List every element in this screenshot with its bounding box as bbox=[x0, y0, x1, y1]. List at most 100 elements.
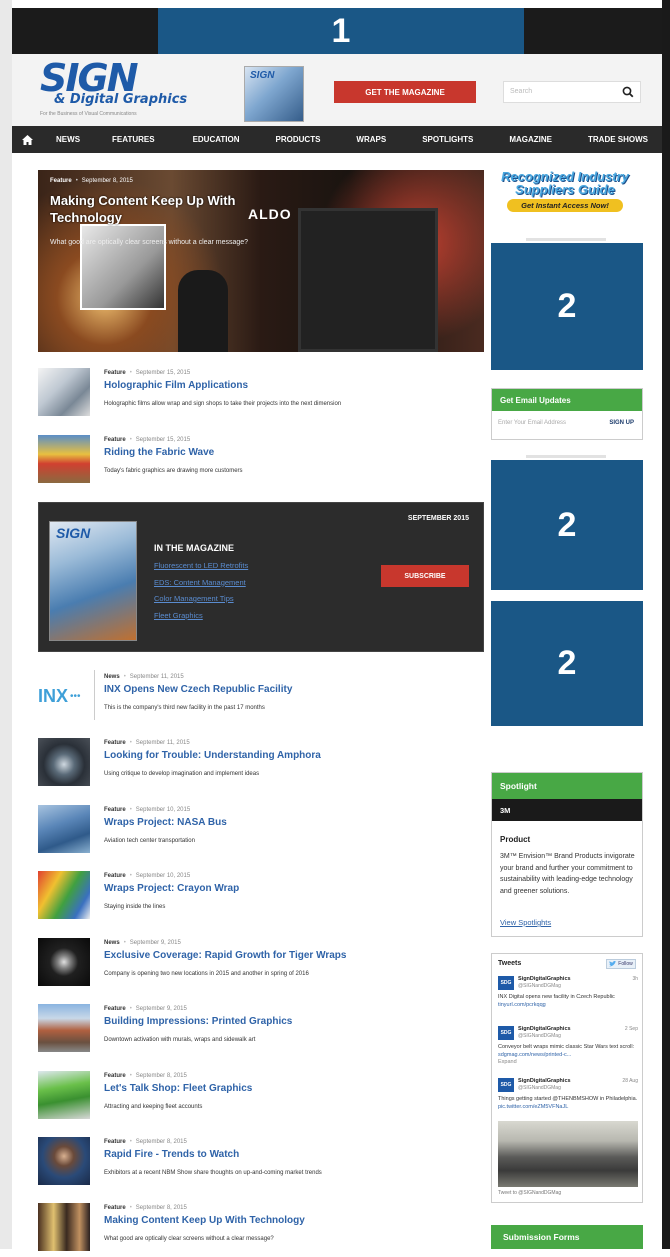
article-thumbnail[interactable] bbox=[38, 805, 90, 853]
article-thumbnail[interactable] bbox=[38, 1203, 90, 1251]
magazine-cover-thumbnail[interactable]: SIGN bbox=[244, 66, 304, 122]
nav-products[interactable]: PRODUCTS bbox=[254, 135, 335, 144]
list-item[interactable]: News • September 9, 2015 Exclusive Coverag… bbox=[38, 936, 484, 992]
tweet[interactable]: SDG SignDigitalGraphics @SIGNandDGMag 2 … bbox=[498, 1026, 638, 1074]
nav-wraps[interactable]: WRAPS bbox=[334, 135, 400, 144]
tweet-link[interactable]: tinyurl.com/pcrkqqg bbox=[498, 1002, 546, 1008]
nav-news[interactable]: NEWS bbox=[42, 135, 94, 144]
spotlight-text: 3M™ Envision™ Brand Products invigorate … bbox=[500, 853, 635, 895]
list-item[interactable]: Feature • September 11, 2015 Looking for T… bbox=[38, 736, 484, 792]
list-item[interactable]: Feature • September 10, 2015 Wraps Project… bbox=[38, 869, 484, 925]
article-category: Feature bbox=[104, 370, 126, 376]
list-item[interactable]: INX ••• News • September 11, 2015 INX Opens… bbox=[38, 670, 484, 726]
article-title[interactable]: Wraps Project: Crayon Wrap bbox=[104, 883, 239, 894]
follow-button[interactable]: Follow bbox=[606, 959, 636, 969]
tweet-body: Conveyor belt wraps mimic classic Star W… bbox=[498, 1044, 638, 1067]
email-field[interactable]: Enter Your Email Address bbox=[498, 420, 566, 426]
hero-date: September 8, 2015 bbox=[81, 178, 133, 184]
suppliers-guide-banner[interactable]: Recognized Industry Suppliers Guide Get I… bbox=[491, 168, 639, 218]
magazine-link[interactable]: Fluorescent to LED Retrofits bbox=[154, 561, 248, 570]
tweet-author[interactable]: SignDigitalGraphics bbox=[518, 976, 571, 982]
in-the-magazine-panel: SEPTEMBER 2015 SIGN IN THE MAGAZINE Fluo… bbox=[38, 502, 484, 652]
magazine-link[interactable]: Color Management Tips bbox=[154, 594, 248, 603]
top-ad-placeholder[interactable]: 1 bbox=[158, 8, 524, 54]
nav-features[interactable]: FEATURES bbox=[94, 135, 169, 144]
list-item[interactable]: Feature • September 10, 2015 Wraps Project… bbox=[38, 803, 484, 859]
article-desc: This is the company's third new facility… bbox=[104, 705, 265, 711]
inx-logo[interactable]: INX ••• bbox=[38, 676, 102, 716]
article-thumbnail[interactable] bbox=[38, 1137, 90, 1185]
article-title[interactable]: Making Content Keep Up With Technology bbox=[104, 1215, 305, 1226]
article-date: September 11, 2015 bbox=[129, 674, 184, 680]
nav-spotlights[interactable]: SPOTLIGHTS bbox=[400, 135, 487, 144]
article-meta: Feature • September 9, 2015 bbox=[104, 1006, 187, 1012]
issue-date: SEPTEMBER 2015 bbox=[407, 515, 469, 522]
article-title[interactable]: Let's Talk Shop: Fleet Graphics bbox=[104, 1083, 252, 1094]
magazine-cover[interactable]: SIGN bbox=[49, 521, 137, 641]
list-item[interactable]: Feature • September 9, 2015 Building Impre… bbox=[38, 1002, 484, 1058]
article-title[interactable]: Holographic Film Applications bbox=[104, 380, 248, 391]
submission-forms-heading[interactable]: Submission Forms bbox=[491, 1225, 643, 1249]
list-item[interactable]: Feature • September 15, 2015 Holographic F… bbox=[38, 366, 484, 422]
get-magazine-button[interactable]: GET THE MAGAZINE bbox=[334, 81, 476, 103]
email-updates-heading: Get Email Updates bbox=[492, 389, 642, 411]
article-meta: News • September 9, 2015 bbox=[104, 940, 181, 946]
list-item[interactable]: Feature • September 15, 2015 Riding the Fa… bbox=[38, 433, 484, 489]
tweet-author[interactable]: SignDigitalGraphics bbox=[518, 1078, 571, 1084]
magazine-link[interactable]: Fleet Graphics bbox=[154, 611, 248, 620]
search-icon[interactable] bbox=[621, 85, 635, 99]
sidebar-ad-2[interactable]: 2 bbox=[491, 460, 643, 590]
tweets-widget: Tweets Follow SDG SignDigitalGraphics @S… bbox=[491, 953, 643, 1203]
nav-trade-shows[interactable]: TRADE SHOWS bbox=[566, 135, 662, 144]
article-thumbnail[interactable] bbox=[38, 368, 90, 416]
article-thumbnail[interactable] bbox=[38, 938, 90, 986]
tweet-date: 28 Aug bbox=[622, 1078, 638, 1084]
article-title[interactable]: Wraps Project: NASA Bus bbox=[104, 817, 227, 828]
nav-education[interactable]: EDUCATION bbox=[169, 135, 254, 144]
article-title[interactable]: Exclusive Coverage: Rapid Growth for Tig… bbox=[104, 950, 346, 961]
article-title[interactable]: Building Impressions: Printed Graphics bbox=[104, 1016, 292, 1027]
nav-magazine[interactable]: MAGAZINE bbox=[487, 135, 566, 144]
tweet-photo[interactable] bbox=[498, 1121, 638, 1187]
hero-feature[interactable]: ALDO Feature • September 8, 2015 Making Co… bbox=[38, 170, 484, 352]
search-input[interactable]: Search bbox=[503, 81, 641, 103]
sign-up-button[interactable]: SIGN UP bbox=[609, 420, 634, 426]
article-title[interactable]: INX Opens New Czech Republic Facility bbox=[104, 684, 292, 695]
hero-meta: Feature • September 8, 2015 bbox=[50, 178, 133, 184]
tweet-author[interactable]: SignDigitalGraphics bbox=[518, 1026, 571, 1032]
subscribe-button[interactable]: SUBSCRIBE bbox=[381, 565, 469, 587]
hero-title[interactable]: Making Content Keep Up With Technology bbox=[50, 192, 270, 226]
tweet-to-link[interactable]: Tweet to @SIGNandDGMag bbox=[498, 1190, 561, 1196]
view-spotlights-link[interactable]: View Spotlights bbox=[500, 918, 551, 927]
article-category: Feature bbox=[104, 740, 126, 746]
article-thumbnail[interactable] bbox=[38, 1004, 90, 1052]
article-category: Feature bbox=[104, 1139, 126, 1145]
article-thumbnail[interactable] bbox=[38, 738, 90, 786]
page-gutter bbox=[0, 0, 12, 1249]
list-item[interactable]: Feature • September 8, 2015 Rapid Fire - T… bbox=[38, 1135, 484, 1191]
article-title[interactable]: Rapid Fire - Trends to Watch bbox=[104, 1149, 239, 1160]
magazine-link[interactable]: EDS: Content Management bbox=[154, 578, 248, 587]
sidebar-ad-3[interactable]: 2 bbox=[491, 601, 643, 726]
tweet-link[interactable]: sdgmag.com/news/printed-c... bbox=[498, 1052, 571, 1058]
tweet-expand[interactable]: Expand bbox=[498, 1059, 517, 1065]
tweet[interactable]: SDG SignDigitalGraphics @SIGNandDGMag 28… bbox=[498, 1078, 638, 1118]
article-date: September 15, 2015 bbox=[135, 370, 191, 376]
sidebar-ad-1[interactable]: 2 bbox=[491, 243, 643, 370]
list-item[interactable]: Feature • September 8, 2015 Let's Talk Sho… bbox=[38, 1069, 484, 1125]
logo-dg-text: & Digital Graphics bbox=[54, 92, 188, 107]
article-thumbnail[interactable] bbox=[38, 871, 90, 919]
tweet[interactable]: SDG SignDigitalGraphics @SIGNandDGMag 3h… bbox=[498, 976, 638, 1016]
site-logo[interactable]: SIGN & Digital Graphics For the Business… bbox=[40, 59, 188, 117]
suppliers-cta[interactable]: Get Instant Access Now! bbox=[507, 199, 623, 212]
follow-label: Follow bbox=[618, 961, 633, 967]
article-title[interactable]: Riding the Fabric Wave bbox=[104, 447, 214, 458]
article-thumbnail[interactable] bbox=[38, 1071, 90, 1119]
home-icon[interactable] bbox=[12, 126, 42, 153]
tweet-link[interactable]: pic.twitter.com/eZM5VFNaJL bbox=[498, 1104, 568, 1110]
article-title[interactable]: Looking for Trouble: Understanding Ampho… bbox=[104, 750, 321, 761]
in-the-magazine-heading: IN THE MAGAZINE bbox=[154, 543, 234, 553]
email-updates-widget: Get Email Updates Enter Your Email Addre… bbox=[491, 388, 643, 440]
spotlight-widget: Spotlight 3M Product 3M™ Envision™ Brand… bbox=[491, 772, 643, 937]
article-thumbnail[interactable] bbox=[38, 435, 90, 483]
